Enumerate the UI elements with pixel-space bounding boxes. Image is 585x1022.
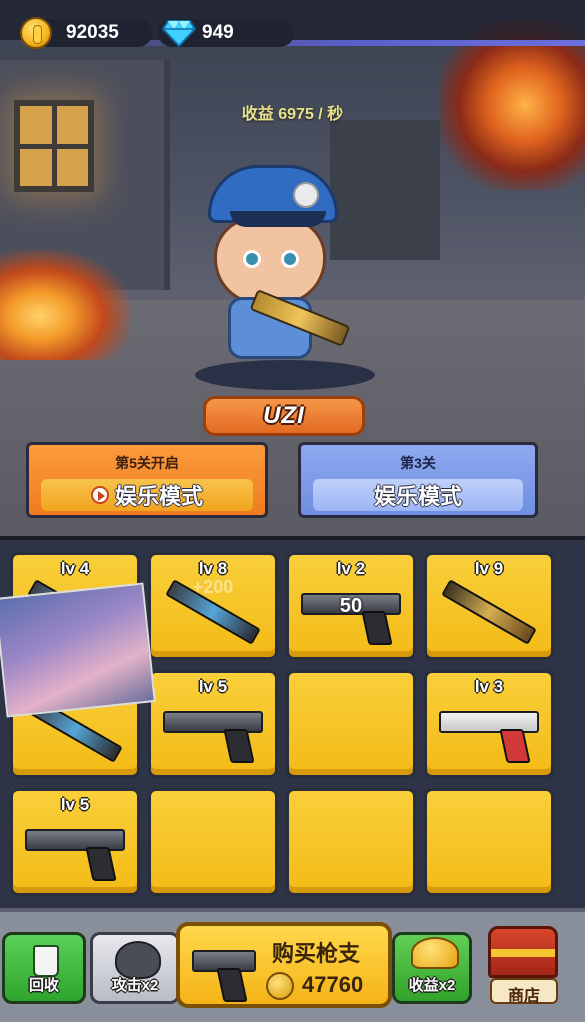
top-bar: 92035 949	[0, 0, 585, 68]
bottom-bar: 回收 攻击x2 购买枪支 47760 收益x2 商店	[0, 908, 585, 1022]
gem-value: 949	[202, 22, 234, 43]
fun-mode-button-right[interactable]: 第3关 娱乐模式	[298, 442, 538, 518]
overlay-picture	[0, 582, 156, 718]
slot-level: lv 4	[60, 559, 90, 578]
mode-title-bar: 娱乐模式	[313, 479, 523, 511]
pistol-icon	[439, 703, 539, 767]
weapon-slot-12[interactable]	[424, 788, 554, 896]
buy-price: 47760	[302, 972, 364, 997]
mode-level-text: 第3关	[400, 455, 436, 471]
income-x2-button[interactable]: 收益x2	[392, 932, 472, 1004]
mode-title: 娱乐模式	[373, 484, 462, 509]
rifle-icon	[439, 579, 539, 649]
weapon-slot-9[interactable]: lv 5	[10, 788, 140, 896]
weapon-slot-11[interactable]	[286, 788, 416, 896]
attack-x2-button[interactable]: 攻击x2	[90, 932, 180, 1004]
eye	[281, 250, 299, 268]
slot-level: lv 2	[336, 559, 366, 578]
weapon-slot-4[interactable]: lv 9	[424, 552, 554, 660]
shop-button[interactable]: 商店	[476, 926, 572, 1006]
slot-level: lv 5	[198, 677, 228, 696]
cap-brim	[230, 211, 326, 227]
diamond-icon	[162, 20, 196, 47]
weapon-slot-10[interactable]	[148, 788, 278, 896]
weapon-name-plate: UZI	[203, 396, 365, 436]
recycle-button[interactable]: 回收	[2, 932, 86, 1004]
shop-label: 商店	[507, 988, 540, 1005]
gem-counter: 949	[158, 19, 294, 47]
buy-gun-button[interactable]: 购买枪支 47760	[176, 922, 392, 1008]
smg-icon	[163, 579, 263, 649]
play-icon	[90, 486, 109, 504]
eye	[243, 250, 261, 268]
coin-value: 92035	[66, 22, 119, 43]
trash-icon	[33, 945, 59, 977]
weapon-slot-2[interactable]: lv 8 +200	[148, 552, 278, 660]
mode-title-bar: 娱乐模式	[41, 479, 253, 511]
buy-title: 购买枪支	[272, 941, 361, 966]
fun-mode-button-left[interactable]: 第5关开启 娱乐模式	[26, 442, 268, 518]
weapon-slot-7[interactable]	[286, 670, 416, 778]
pistol-icon	[25, 821, 125, 885]
income-x2-label: 收益x2	[408, 977, 456, 994]
mode-title: 娱乐模式	[114, 484, 203, 509]
police-character	[200, 165, 360, 365]
attack-label: 攻击x2	[111, 977, 159, 994]
weapon-slot-3[interactable]: lv 2 50	[286, 552, 416, 660]
slot-level: lv 5	[60, 795, 90, 814]
coin-icon	[20, 17, 52, 49]
treasure-chest-icon	[488, 926, 558, 978]
pistol-icon	[192, 940, 256, 1002]
weapon-name: UZI	[263, 402, 305, 429]
slot-level: lv 8	[198, 559, 228, 578]
fire-effect	[0, 250, 130, 360]
slot-level: lv 3	[474, 677, 504, 696]
recycle-label: 回收	[28, 977, 59, 994]
pistol-icon	[163, 703, 263, 767]
slot-level: lv 9	[474, 559, 504, 578]
character-face	[214, 217, 326, 305]
shop-label-box: 商店	[490, 978, 558, 1005]
income-rate: 收益 6975 / 秒	[241, 106, 344, 123]
coin-pile-icon	[411, 937, 459, 969]
weapon-slot-8[interactable]: lv 3	[424, 670, 554, 778]
income-popup: 50	[339, 595, 363, 617]
weapon-slot-6[interactable]: lv 5	[148, 670, 278, 778]
coin-counter: 92035	[20, 17, 152, 49]
star-badge-icon	[293, 182, 319, 208]
coin-icon	[266, 972, 294, 1000]
mode-unlock-text: 第5关开启	[115, 455, 179, 471]
